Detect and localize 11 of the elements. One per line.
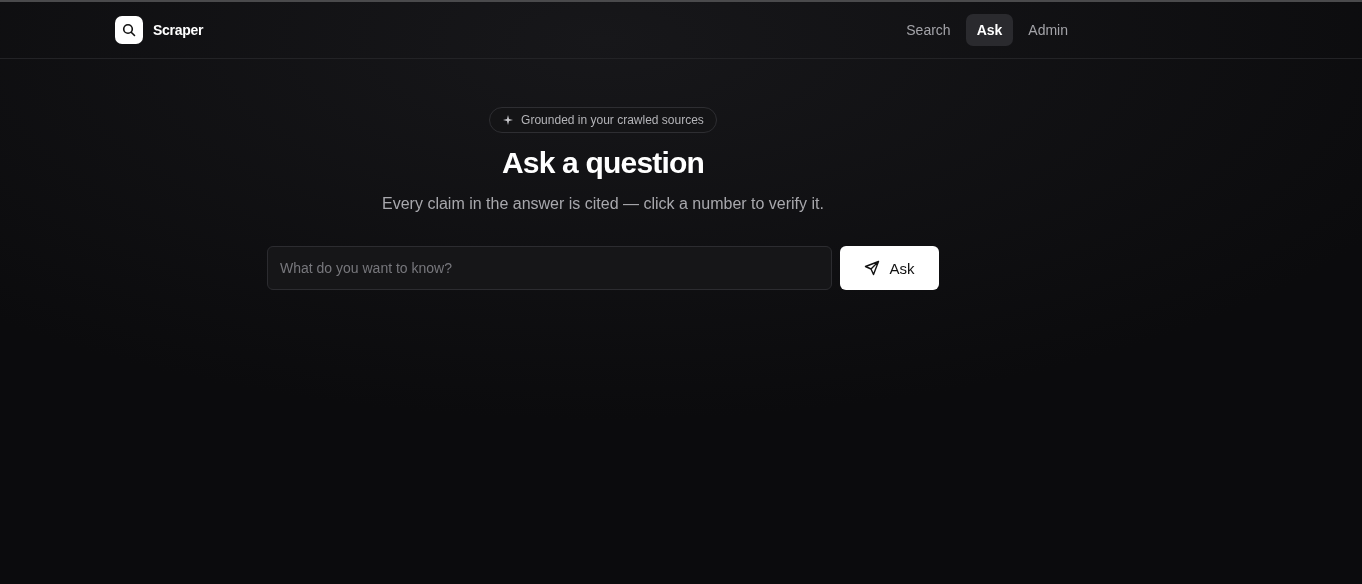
page-subtitle: Every claim in the answer is cited — click a number to verify it. xyxy=(382,195,824,213)
info-badge: Grounded in your crawled sources xyxy=(489,107,717,133)
nav-tab[interactable]: Ask xyxy=(965,14,1014,46)
page-title: Ask a question xyxy=(501,145,705,181)
nav-tab[interactable]: Admin xyxy=(1017,14,1079,46)
brand-name: Scraper xyxy=(153,22,204,38)
logo-icon[interactable] xyxy=(115,16,143,44)
nav-tab[interactable]: Search xyxy=(895,14,962,46)
question-field[interactable]: What do you want to know? xyxy=(267,246,832,290)
ask-button[interactable]: Ask xyxy=(840,246,939,290)
send-icon xyxy=(864,260,881,276)
